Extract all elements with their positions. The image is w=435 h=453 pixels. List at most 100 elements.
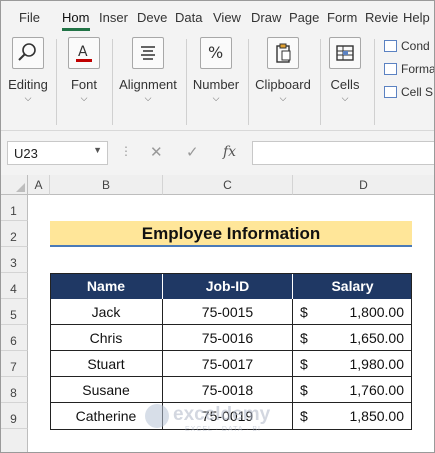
percent-icon: %: [200, 37, 232, 69]
currency-symbol: $: [300, 304, 308, 320]
currency-symbol: $: [300, 330, 308, 346]
cell-salary[interactable]: $ 1,980.00: [293, 351, 412, 377]
tab-formulas[interactable]: Form: [327, 10, 357, 25]
chevron-down-icon: ⌵: [144, 93, 152, 103]
cell-job-id[interactable]: 75-0018: [163, 377, 293, 403]
group-separator: [186, 39, 187, 125]
currency-symbol: $: [300, 382, 308, 398]
cell-name[interactable]: Chris: [50, 325, 163, 351]
row-header-8[interactable]: 8: [0, 377, 28, 403]
enter-icon[interactable]: ✓: [186, 143, 199, 161]
table-header-salary[interactable]: Salary: [293, 273, 412, 299]
cell-name[interactable]: Susane: [50, 377, 163, 403]
insert-function-button[interactable]: fx: [223, 144, 236, 160]
cell-salary[interactable]: $ 1,650.00: [293, 325, 412, 351]
font-group[interactable]: A Font ⌵: [62, 37, 106, 117]
chevron-down-icon: ⌵: [212, 93, 220, 103]
name-box-value: U23: [14, 146, 38, 161]
formula-input[interactable]: [252, 141, 435, 165]
cell-salary[interactable]: $ 1,850.00: [293, 403, 412, 429]
format-as-table-button[interactable]: Forma: [384, 62, 435, 80]
sheet-title[interactable]: Employee Information: [50, 221, 412, 247]
tab-view[interactable]: View: [213, 10, 241, 25]
table-header-name[interactable]: Name: [50, 273, 163, 299]
row-header-2[interactable]: 2: [0, 221, 28, 247]
svg-text:A: A: [78, 44, 88, 60]
format-as-table-icon: [384, 63, 397, 75]
select-all-button[interactable]: [0, 175, 28, 195]
tab-data[interactable]: Data: [175, 10, 202, 25]
tab-draw[interactable]: Draw: [251, 10, 281, 25]
watermark-name: exceldemy: [173, 404, 271, 425]
cell-styles-icon: [384, 86, 397, 98]
tab-file[interactable]: File: [19, 10, 40, 25]
svg-text:%: %: [208, 43, 223, 62]
tab-help[interactable]: Help: [403, 10, 430, 25]
row-header-4[interactable]: 4: [0, 273, 28, 299]
row-header-9[interactable]: 9: [0, 403, 28, 429]
chevron-down-icon[interactable]: ▼: [93, 145, 102, 155]
align-icon: [132, 37, 164, 69]
ribbon: Editing ⌵ A Font ⌵ Alignment ⌵ % Number …: [0, 31, 435, 131]
table-header-job-id[interactable]: Job-ID: [163, 273, 293, 299]
cell-name[interactable]: Jack: [50, 299, 163, 325]
salary-value: 1,800.00: [349, 304, 405, 320]
editing-label: Editing: [8, 77, 48, 92]
column-header-b[interactable]: B: [50, 175, 163, 195]
cell-salary[interactable]: $ 1,760.00: [293, 377, 412, 403]
cell-name[interactable]: Stuart: [50, 351, 163, 377]
group-separator: [320, 39, 321, 125]
tab-review[interactable]: Revie: [365, 10, 398, 25]
clipboard-group[interactable]: Clipboard ⌵: [252, 37, 314, 117]
editing-group[interactable]: Editing ⌵: [6, 37, 50, 117]
tab-developer[interactable]: Deve: [137, 10, 167, 25]
ribbon-tabs: File Hom Inser Deve Data View Draw Page …: [0, 0, 435, 31]
row-header-3[interactable]: 3: [0, 247, 28, 273]
conditional-formatting-label: Cond: [401, 39, 430, 53]
group-separator: [374, 39, 375, 125]
cell-job-id[interactable]: 75-0017: [163, 351, 293, 377]
salary-value: 1,650.00: [349, 330, 405, 346]
cell-job-id[interactable]: 75-0015: [163, 299, 293, 325]
formula-bar: U23 ▼ ⋮ ✕ ✓ fx: [0, 131, 435, 175]
cells-label: Cells: [330, 77, 360, 92]
salary-value: 1,760.00: [349, 382, 405, 398]
row-header-6[interactable]: 6: [0, 325, 28, 351]
row-header-7[interactable]: 7: [0, 351, 28, 377]
salary-value: 1,980.00: [349, 356, 405, 372]
row-header-1[interactable]: 1: [0, 195, 28, 221]
alignment-group[interactable]: Alignment ⌵: [116, 37, 180, 117]
column-header-c[interactable]: C: [163, 175, 293, 195]
tab-home[interactable]: Hom: [62, 10, 89, 25]
cell-salary[interactable]: $ 1,800.00: [293, 299, 412, 325]
cell-styles-button[interactable]: Cell S: [384, 85, 433, 103]
group-separator: [112, 39, 113, 125]
font-label: Font: [70, 77, 97, 92]
cells-group[interactable]: Cells ⌵: [324, 37, 366, 117]
cells-icon: [329, 37, 361, 69]
alignment-label: Alignment: [119, 77, 177, 92]
cell-job-id[interactable]: 75-0016: [163, 325, 293, 351]
cancel-icon[interactable]: ✕: [150, 143, 163, 161]
column-header-d[interactable]: D: [293, 175, 435, 195]
cell-styles-label: Cell S: [401, 85, 434, 99]
group-separator: [56, 39, 57, 125]
chevron-down-icon: ⌵: [341, 93, 349, 103]
search-icon: [12, 37, 44, 69]
watermark-logo-icon: [145, 404, 169, 428]
currency-symbol: $: [300, 356, 308, 372]
column-header-a[interactable]: A: [28, 175, 50, 195]
conditional-formatting-icon: [384, 40, 397, 52]
clipboard-icon: [267, 37, 299, 69]
group-separator: [248, 39, 249, 125]
tab-insert[interactable]: Inser: [99, 10, 128, 25]
tab-page-layout[interactable]: Page: [289, 10, 319, 25]
salary-value: 1,850.00: [349, 408, 405, 424]
more-options-icon[interactable]: ⋮: [120, 144, 132, 158]
conditional-formatting-button[interactable]: Cond: [384, 39, 430, 57]
row-header-5[interactable]: 5: [0, 299, 28, 325]
number-group[interactable]: % Number ⌵: [190, 37, 242, 117]
name-box[interactable]: U23 ▼: [7, 141, 108, 165]
font-color-icon: A: [68, 37, 100, 69]
chevron-down-icon: ⌵: [279, 93, 287, 103]
